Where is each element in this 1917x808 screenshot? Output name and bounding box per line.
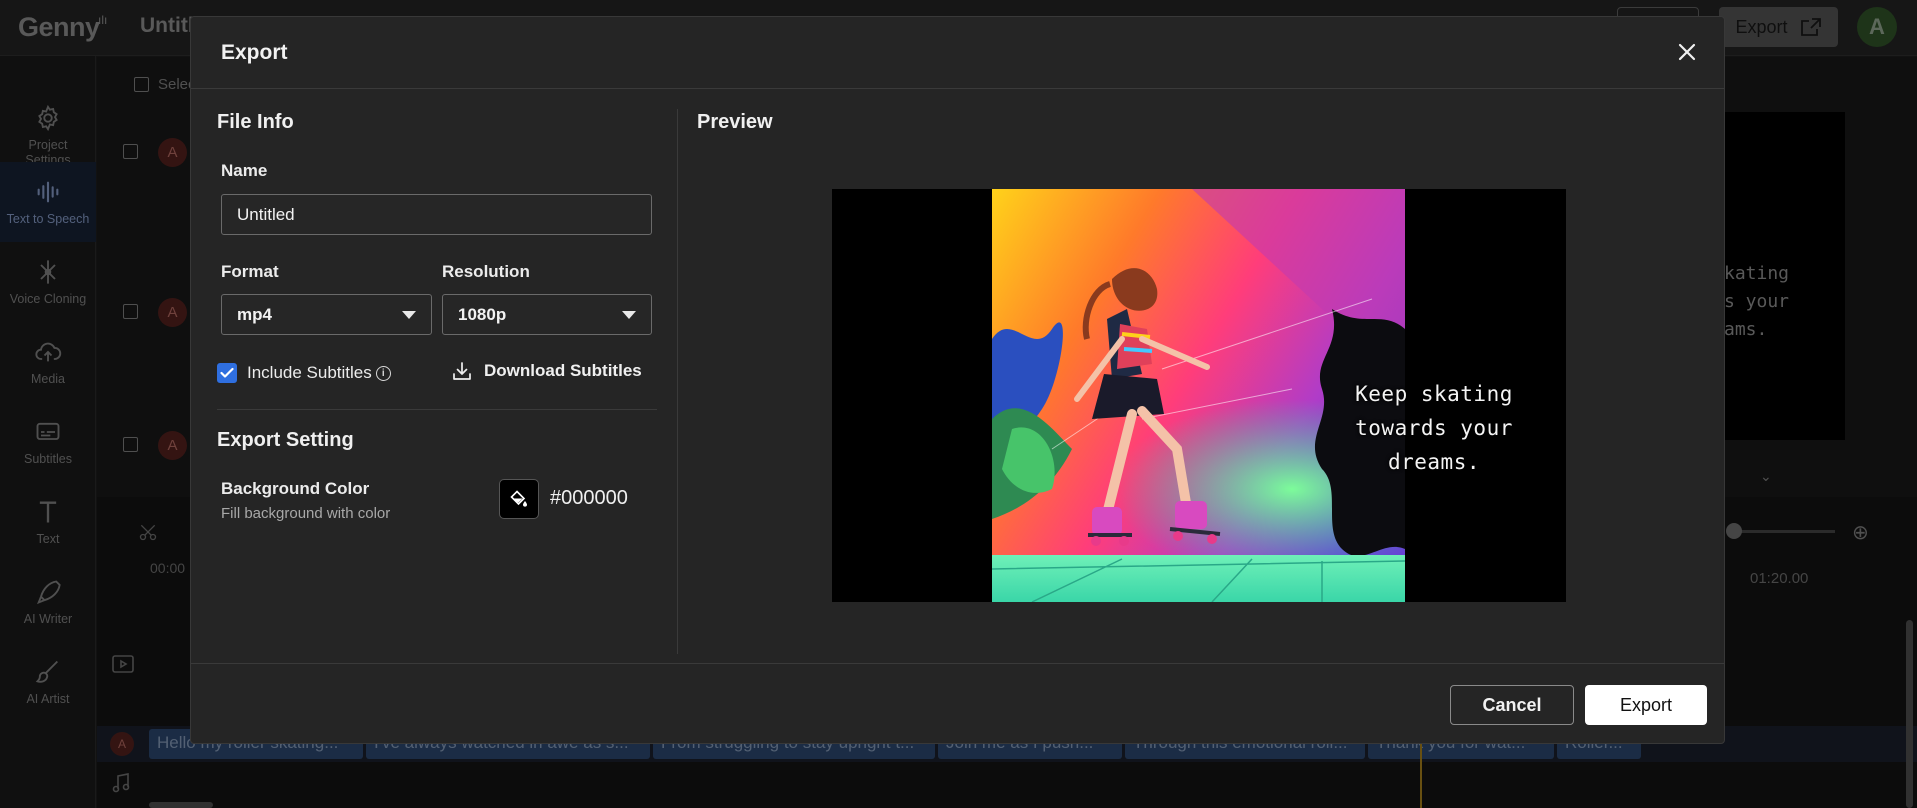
resolution-value: 1080p [458,304,507,324]
download-icon [453,362,471,380]
modal-header: Export [191,17,1724,89]
download-subtitles-label: Download Subtitles [484,361,642,380]
export-button[interactable]: Export [1585,685,1707,725]
paint-bucket-icon [510,490,527,507]
column-divider [677,109,678,654]
format-select[interactable]: mp4 [221,294,432,335]
export-preview: Keep skating towards your dreams. [832,189,1566,602]
download-subtitles-button[interactable]: Download Subtitles [452,361,642,381]
export-setting-heading: Export Setting [217,429,354,451]
checkmark-icon [220,367,234,378]
include-subtitles-checkbox[interactable] [217,363,237,383]
resolution-label: Resolution [442,262,530,281]
background-color-swatch[interactable] [499,479,539,519]
background-color-label: Background Color [221,479,370,498]
modal-footer: Cancel Export [191,663,1724,745]
modal-title: Export [221,41,288,64]
include-subtitles-row: Include Subtitles i [217,363,391,383]
name-label: Name [221,161,268,180]
name-input[interactable] [221,194,652,235]
close-button[interactable] [1672,37,1702,67]
file-info-heading: File Info [217,111,294,133]
caret-down-icon [622,310,636,319]
subtitle-line: Keep skating [1355,382,1513,406]
subtitle-line: dreams. [1387,450,1480,474]
subtitle-line: towards your [1355,416,1513,440]
format-value: mp4 [237,304,272,324]
section-divider [217,409,657,410]
resolution-select[interactable]: 1080p [442,294,652,335]
include-subtitles-label[interactable]: Include Subtitles [247,363,372,383]
preview-subtitle: Keep skating towards your dreams. [1294,377,1566,479]
close-icon [1678,43,1696,61]
info-icon[interactable]: i [375,365,391,381]
preview-heading: Preview [697,111,773,133]
background-color-description: Fill background with color [221,505,391,522]
cancel-button[interactable]: Cancel [1450,685,1574,725]
background-color-hex[interactable]: #000000 [550,487,628,510]
format-label: Format [221,262,279,281]
export-modal: Export File Info Name Format mp4 Resolut… [190,16,1725,744]
caret-down-icon [402,310,416,319]
